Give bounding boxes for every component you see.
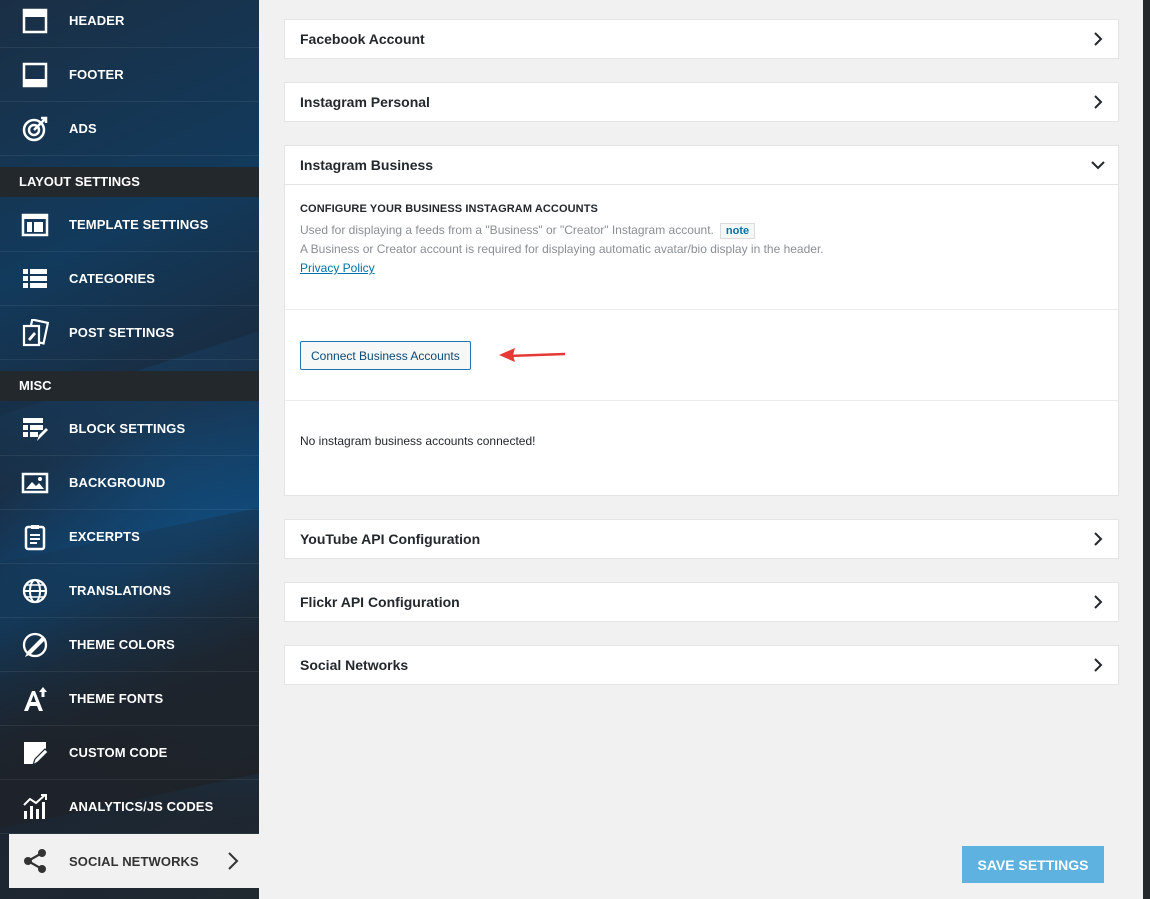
instagram-business-intro: CONFIGURE YOUR BUSINESS INSTAGRAM ACCOUN… (285, 185, 1118, 310)
sidebar: HEADER FOOTER ADS LAYOUT SETTINGS TEMPLA… (0, 0, 259, 899)
description-line-1: Used for displaying a feeds from a "Busi… (300, 223, 714, 237)
panel-title: Instagram Business (300, 157, 434, 173)
sidebar-item-block-settings[interactable]: BLOCK SETTINGS (0, 402, 259, 456)
header-icon (20, 6, 50, 36)
note-badge[interactable]: note (719, 223, 756, 239)
right-edge-bar (1143, 0, 1150, 899)
font-icon (20, 684, 50, 714)
panel-social-networks: Social Networks (284, 645, 1119, 685)
image-icon (20, 468, 50, 498)
chevron-right-icon (1094, 658, 1103, 672)
clipboard-icon (20, 522, 50, 552)
section-layout-settings: LAYOUT SETTINGS (0, 167, 259, 197)
footer-icon (20, 60, 50, 90)
sidebar-item-label: FOOTER (69, 67, 124, 82)
sidebar-item-label: SOCIAL NETWORKS (69, 853, 199, 869)
panel-facebook-account: Facebook Account (284, 19, 1119, 59)
chevron-right-icon (1094, 595, 1103, 609)
sidebar-item-label: ADS (69, 121, 97, 136)
panel-instagram-business: Instagram Business CONFIGURE YOUR BUSINE… (284, 145, 1119, 496)
instagram-business-body: CONFIGURE YOUR BUSINESS INSTAGRAM ACCOUN… (285, 184, 1118, 495)
sidebar-item-custom-code[interactable]: CUSTOM CODE (0, 726, 259, 780)
panel-title: Social Networks (300, 657, 409, 673)
accounts-status-text: No instagram business accounts connected… (300, 434, 536, 448)
sidebar-item-theme-fonts[interactable]: THEME FONTS (0, 672, 259, 726)
panel-header-facebook[interactable]: Facebook Account (285, 20, 1118, 58)
sidebar-item-label: TRANSLATIONS (69, 583, 172, 598)
panel-header-social-networks[interactable]: Social Networks (285, 646, 1118, 684)
connect-section: Connect Business Accounts (285, 310, 1118, 401)
section-heading: CONFIGURE YOUR BUSINESS INSTAGRAM ACCOUN… (300, 203, 598, 215)
panel-header-instagram-business[interactable]: Instagram Business (285, 146, 1118, 184)
sidebar-item-label: EXCERPTS (69, 529, 140, 544)
panel-header-flickr[interactable]: Flickr API Configuration (285, 583, 1118, 621)
chevron-down-icon (1091, 161, 1105, 170)
panel-title: YouTube API Configuration (300, 531, 481, 547)
privacy-policy-link[interactable]: Privacy Policy (300, 261, 375, 275)
panel-header-instagram-personal[interactable]: Instagram Personal (285, 83, 1118, 121)
sidebar-item-background[interactable]: BACKGROUND (0, 456, 259, 510)
chevron-right-icon (1094, 32, 1103, 46)
panel-flickr-api: Flickr API Configuration (284, 582, 1119, 622)
sidebar-item-translations[interactable]: TRANSLATIONS (0, 564, 259, 618)
sidebar-item-label: CATEGORIES (69, 271, 155, 286)
brush-icon (20, 630, 50, 660)
sidebar-item-analytics[interactable]: ANALYTICS/JS CODES (0, 780, 259, 834)
sidebar-item-label: THEME FONTS (69, 691, 164, 706)
list-icon (20, 264, 50, 294)
sidebar-item-label: THEME COLORS (69, 637, 175, 652)
red-arrow-annotation (499, 348, 565, 362)
sidebar-item-ads[interactable]: ADS (0, 102, 259, 156)
panel-title: Instagram Personal (300, 94, 430, 110)
sidebar-item-label: BACKGROUND (69, 475, 166, 490)
block-settings-icon (20, 414, 50, 444)
sidebar-item-excerpts[interactable]: EXCERPTS (0, 510, 259, 564)
target-icon (20, 114, 50, 144)
sidebar-item-label: BLOCK SETTINGS (69, 421, 186, 436)
accounts-status-section: No instagram business accounts connected… (285, 401, 1118, 495)
sidebar-item-theme-colors[interactable]: THEME COLORS (0, 618, 259, 672)
chevron-right-icon (228, 852, 239, 870)
chevron-right-icon (1094, 532, 1103, 546)
sidebar-item-footer[interactable]: FOOTER (0, 48, 259, 102)
sidebar-item-label: ANALYTICS/JS CODES (69, 799, 214, 814)
section-misc: MISC (0, 371, 259, 401)
save-settings-button[interactable]: SAVE SETTINGS (962, 846, 1104, 883)
sidebar-item-label: HEADER (69, 13, 125, 28)
code-edit-icon (20, 738, 50, 768)
sidebar-item-post-settings[interactable]: POST SETTINGS (0, 306, 259, 360)
sidebar-item-label: TEMPLATE SETTINGS (69, 217, 209, 232)
connect-business-accounts-button[interactable]: Connect Business Accounts (300, 341, 471, 370)
description-line-2: A Business or Creator account is require… (300, 242, 824, 256)
sidebar-item-categories[interactable]: CATEGORIES (0, 252, 259, 306)
panel-header-youtube[interactable]: YouTube API Configuration (285, 520, 1118, 558)
sidebar-item-label: CUSTOM CODE (69, 745, 168, 760)
sidebar-item-label: POST SETTINGS (69, 325, 175, 340)
panel-instagram-personal: Instagram Personal (284, 82, 1119, 122)
description: Used for displaying a feeds from a "Busi… (300, 221, 1103, 278)
template-icon (20, 210, 50, 240)
panel-youtube-api: YouTube API Configuration (284, 519, 1119, 559)
sidebar-item-template-settings[interactable]: TEMPLATE SETTINGS (0, 198, 259, 252)
sidebar-item-header[interactable]: HEADER (0, 0, 259, 48)
post-settings-icon (20, 318, 50, 348)
panel-title: Flickr API Configuration (300, 594, 460, 610)
analytics-icon (20, 792, 50, 822)
share-icon (20, 846, 50, 876)
globe-icon (20, 576, 50, 606)
chevron-right-icon (1094, 95, 1103, 109)
panel-title: Facebook Account (300, 31, 425, 47)
sidebar-item-social-networks[interactable]: SOCIAL NETWORKS (9, 834, 259, 888)
